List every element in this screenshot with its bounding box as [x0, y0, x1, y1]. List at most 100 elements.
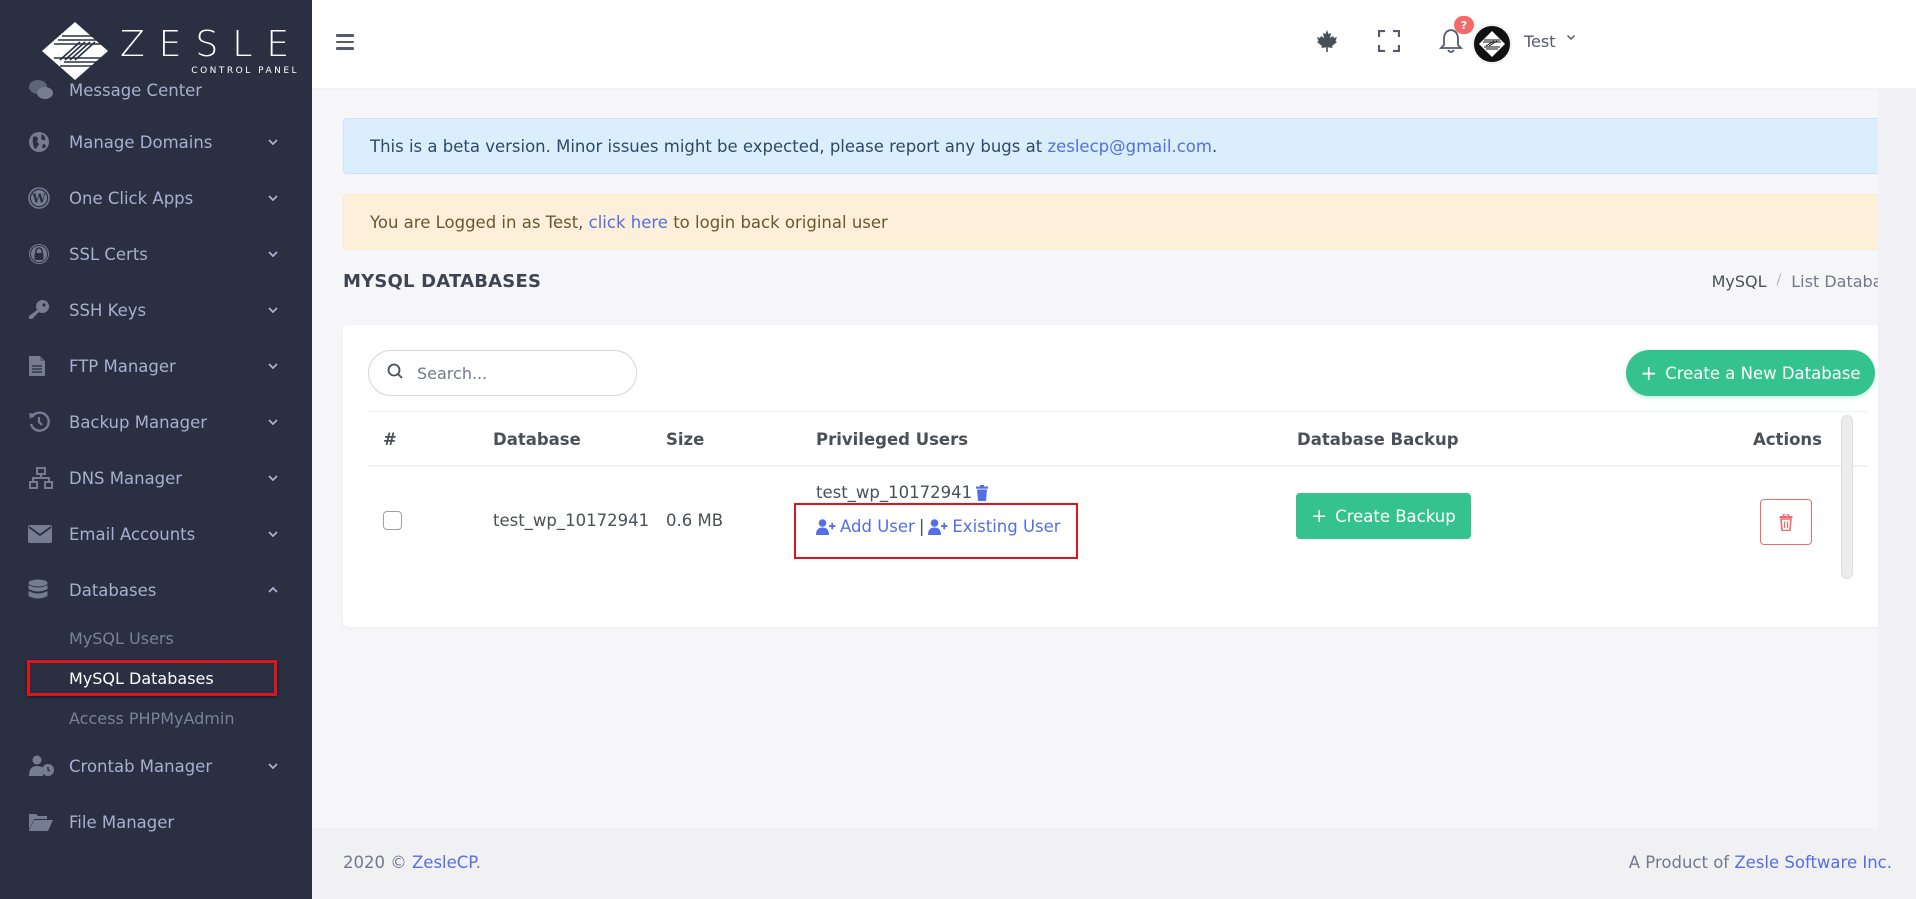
- sidebar-item-label: SSH Keys: [69, 300, 147, 320]
- chevron-down-icon: [266, 247, 280, 261]
- alert-text: You are Logged in as Test,: [370, 212, 584, 232]
- remove-user-trash-icon[interactable]: [976, 484, 989, 501]
- delete-database-button[interactable]: [1760, 499, 1812, 545]
- page-title: MYSQL DATABASES: [343, 271, 542, 292]
- sidebar-item-label: File Manager: [69, 812, 175, 832]
- sidebar-item-label: SSL Certs: [69, 244, 148, 264]
- sidebar-item-label: Crontab Manager: [69, 756, 213, 776]
- sidebar-item-crontab-manager[interactable]: Crontab Manager: [0, 738, 312, 794]
- chevron-down-icon: [266, 303, 280, 317]
- folder-open-icon: [28, 810, 56, 834]
- impersonation-warning-alert: You are Logged in as Test, click here to…: [343, 194, 1909, 250]
- chevron-down-icon[interactable]: [1566, 33, 1576, 44]
- zesle-logo-icon: [40, 20, 110, 82]
- sidebar-item-backup-manager[interactable]: Backup Manager: [0, 394, 312, 450]
- footer: 2020 © ZesleCP. A Product of Zesle Softw…: [312, 828, 1916, 899]
- alert-text-suffix: to login back original user: [673, 212, 888, 232]
- menu-toggle-button[interactable]: [336, 34, 354, 50]
- notifications-button[interactable]: ?: [1436, 16, 1474, 58]
- databases-table: # Database Size Privileged Users Databas…: [368, 411, 1868, 577]
- support-email-link[interactable]: zeslecp@gmail.com: [1047, 137, 1212, 156]
- breadcrumb-separator: /: [1776, 272, 1782, 288]
- brand-subtitle: CONTROL PANEL: [191, 66, 300, 76]
- page-scroll-gutter: [1878, 88, 1916, 828]
- sidebar-subitem-label: MySQL Users: [69, 628, 174, 648]
- sidebar-item-label: DNS Manager: [69, 468, 183, 488]
- sidebar-item-ssl-certs[interactable]: SSL Certs: [0, 226, 312, 282]
- sidebar-subitem-label: MySQL Databases: [69, 668, 214, 688]
- link-separator: |: [918, 517, 925, 536]
- language-button[interactable]: [1312, 28, 1342, 58]
- create-database-button[interactable]: + Create a New Database: [1626, 350, 1875, 396]
- add-user-link[interactable]: Add User: [816, 517, 915, 536]
- brand-title: ZESLE: [120, 24, 304, 65]
- existing-user-link[interactable]: Existing User: [928, 517, 1061, 536]
- column-header-privileged-users: Privileged Users: [816, 430, 969, 449]
- sidebar-item-databases[interactable]: Databases: [0, 562, 312, 618]
- fullscreen-button[interactable]: [1374, 28, 1404, 58]
- globe-icon: [28, 130, 56, 154]
- footer-copyright: 2020 © ZesleCP.: [343, 853, 481, 872]
- copyright-suffix: .: [475, 853, 481, 872]
- sidebar-item-one-click-apps[interactable]: W One Click Apps: [0, 170, 312, 226]
- user-plus-icon: [816, 518, 836, 535]
- svg-text:W: W: [31, 192, 46, 206]
- sidebar-item-label: Databases: [69, 580, 157, 600]
- user-menu-name[interactable]: Test: [1524, 32, 1556, 51]
- sidebar-item-ftp-manager[interactable]: FTP Manager: [0, 338, 312, 394]
- sidebar-item-label: Manage Domains: [69, 132, 213, 152]
- create-backup-button[interactable]: + Create Backup: [1296, 493, 1471, 539]
- databases-card: + Create a New Database # Database Size …: [343, 325, 1909, 627]
- trash-icon: [1779, 513, 1793, 531]
- sidebar-nav: Message Center Manage Domains W One Clic…: [0, 80, 312, 850]
- maple-leaf-icon: [1315, 29, 1339, 57]
- user-clock-icon: [28, 754, 56, 778]
- sidebar-item-label: One Click Apps: [69, 188, 194, 208]
- table-scrollbar[interactable]: [1841, 415, 1853, 579]
- database-size: 0.6 MB: [666, 511, 724, 530]
- lock-icon: [28, 242, 56, 266]
- sidebar-item-message-center[interactable]: Message Center: [0, 76, 312, 104]
- column-header-database-backup: Database Backup: [1297, 430, 1459, 449]
- history-icon: [28, 410, 56, 434]
- sidebar-subitem-access-phpmyadmin[interactable]: Access PHPMyAdmin: [0, 698, 312, 738]
- table-row: test_wp_10172941 0.6 MB test_wp_10172941…: [368, 467, 1868, 577]
- alert-text-suffix: .: [1211, 136, 1218, 156]
- zeslecp-link[interactable]: ZesleCP: [412, 853, 476, 872]
- column-header-actions: Actions: [1753, 430, 1822, 449]
- sidebar-subitem-mysql-users[interactable]: MySQL Users: [0, 618, 312, 658]
- database-icon: [28, 578, 56, 602]
- privileged-user-actions: Add User | Existing User: [816, 517, 1061, 536]
- existing-user-label: Existing User: [952, 517, 1061, 536]
- zesle-software-link[interactable]: Zesle Software Inc.: [1734, 853, 1892, 872]
- database-name: test_wp_10172941: [493, 511, 650, 530]
- sidebar-item-file-manager[interactable]: File Manager: [0, 794, 312, 850]
- login-back-link[interactable]: click here: [589, 213, 668, 232]
- search-icon: [387, 363, 403, 383]
- sidebar-subitem-label: Access PHPMyAdmin: [69, 708, 235, 728]
- add-user-label: Add User: [840, 517, 915, 536]
- sidebar-item-dns-manager[interactable]: DNS Manager: [0, 450, 312, 506]
- sidebar-subitem-mysql-databases[interactable]: MySQL Databases: [0, 658, 312, 698]
- user-avatar[interactable]: [1472, 24, 1512, 64]
- chevron-down-icon: [266, 191, 280, 205]
- brand-logo[interactable]: ZESLE CONTROL PANEL: [40, 18, 297, 84]
- key-icon: [28, 298, 56, 322]
- sidebar: ZESLE CONTROL PANEL Message Center Manag…: [0, 0, 312, 899]
- alert-text: This is a beta version. Minor issues mig…: [370, 136, 1043, 156]
- row-select-checkbox[interactable]: [383, 511, 402, 530]
- breadcrumb-item-mysql[interactable]: MySQL: [1712, 272, 1767, 291]
- search-box[interactable]: [368, 350, 637, 396]
- search-input[interactable]: [417, 363, 607, 383]
- network-icon: [28, 466, 56, 490]
- chevron-down-icon: [266, 359, 280, 373]
- sidebar-item-ssh-keys[interactable]: SSH Keys: [0, 282, 312, 338]
- sidebar-item-label: Email Accounts: [69, 524, 196, 544]
- comments-icon: [28, 78, 56, 102]
- chevron-down-icon: [266, 527, 280, 541]
- sidebar-item-manage-domains[interactable]: Manage Domains: [0, 114, 312, 170]
- sidebar-item-email-accounts[interactable]: Email Accounts: [0, 506, 312, 562]
- chevron-down-icon: [266, 415, 280, 429]
- topbar: ? Test: [312, 0, 1916, 88]
- product-text: A Product of: [1628, 853, 1735, 872]
